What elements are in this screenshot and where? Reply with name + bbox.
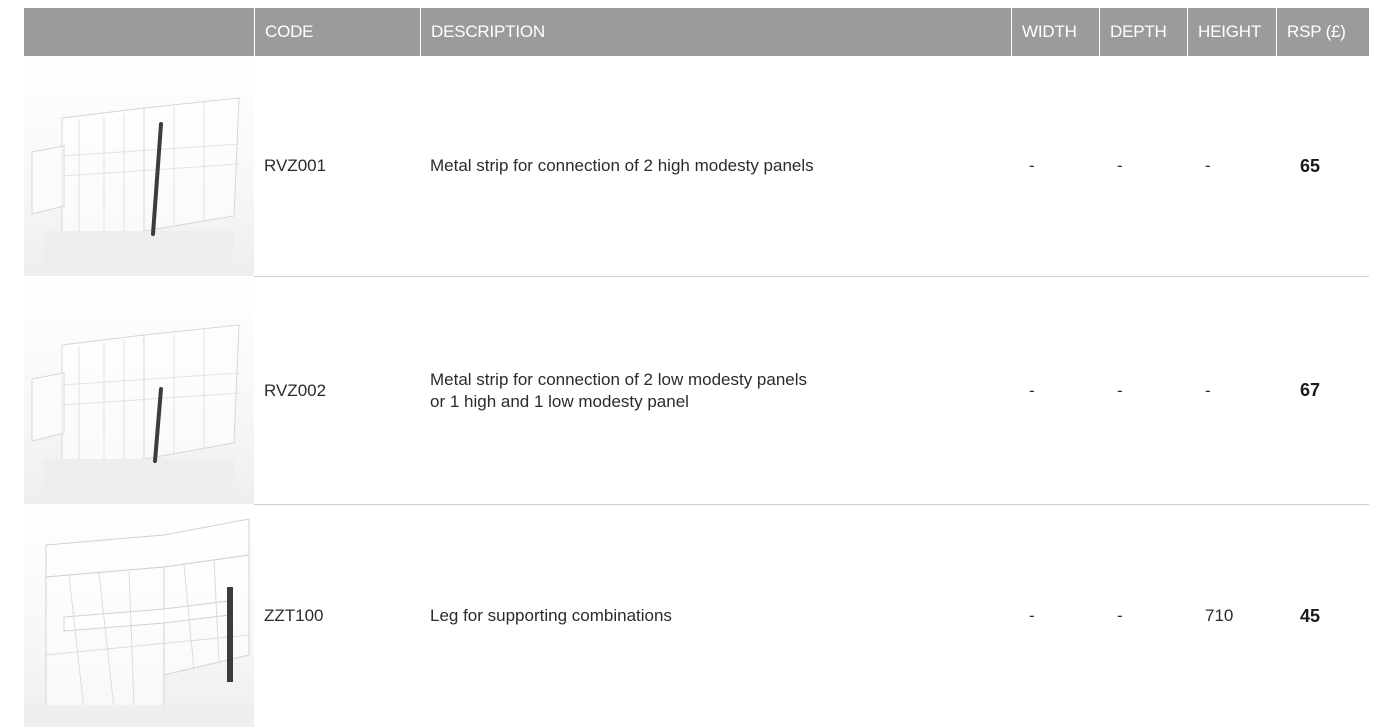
- row-depth: -: [1117, 606, 1123, 625]
- row-width: -: [1029, 380, 1035, 400]
- row-description-line: Metal strip for connection of 2 high mod…: [430, 156, 814, 175]
- header-description: DESCRIPTION: [420, 8, 1011, 56]
- header-rsp: RSP (£): [1276, 8, 1369, 56]
- row-width: -: [1029, 606, 1035, 625]
- row-code: ZZT100: [264, 606, 324, 625]
- support-leg-image: [24, 505, 254, 727]
- row-rsp: 45: [1300, 605, 1321, 626]
- header-width: WIDTH: [1011, 8, 1099, 56]
- table-row: RVZ002 Metal strip for connection of 2 l…: [24, 277, 1369, 504]
- row-description-line: Metal strip for connection of 2 low mode…: [430, 369, 808, 389]
- row-description-line: Leg for supporting combinations: [430, 606, 672, 625]
- table-row: RVZ001 Metal strip for connection of 2 h…: [24, 56, 1369, 276]
- row-rsp: 65: [1300, 155, 1321, 176]
- row-height: 710: [1205, 606, 1234, 625]
- row-height: -: [1205, 380, 1211, 400]
- header-height: HEIGHT: [1187, 8, 1276, 56]
- row-description: Leg for supporting combinations: [420, 505, 1011, 727]
- metal-strip-low-panels-image: [24, 277, 254, 504]
- price-table: CODE DESCRIPTION WIDTH DEPTH HEIGHT RSP …: [24, 8, 1369, 727]
- row-width: -: [1029, 156, 1035, 175]
- row-description: Metal strip for connection of 2 low mode…: [420, 277, 1011, 504]
- row-depth: -: [1117, 380, 1123, 400]
- row-description: Metal strip for connection of 2 high mod…: [420, 56, 1011, 276]
- row-code: RVZ001: [264, 156, 327, 175]
- metal-strip-high-panels-image: [24, 56, 254, 276]
- row-code: RVZ002: [264, 380, 327, 400]
- table-header: CODE DESCRIPTION WIDTH DEPTH HEIGHT RSP …: [24, 8, 1369, 56]
- header-image: [24, 8, 254, 56]
- header-depth: DEPTH: [1099, 8, 1187, 56]
- row-description-line: or 1 high and 1 low modesty panel: [430, 391, 689, 411]
- table-row: ZZT100 Leg for supporting combinations -…: [24, 505, 1369, 727]
- row-depth: -: [1117, 156, 1123, 175]
- row-rsp: 67: [1300, 380, 1321, 400]
- row-height: -: [1205, 156, 1211, 175]
- support-leg-icon: [227, 587, 233, 682]
- header-code: CODE: [254, 8, 420, 56]
